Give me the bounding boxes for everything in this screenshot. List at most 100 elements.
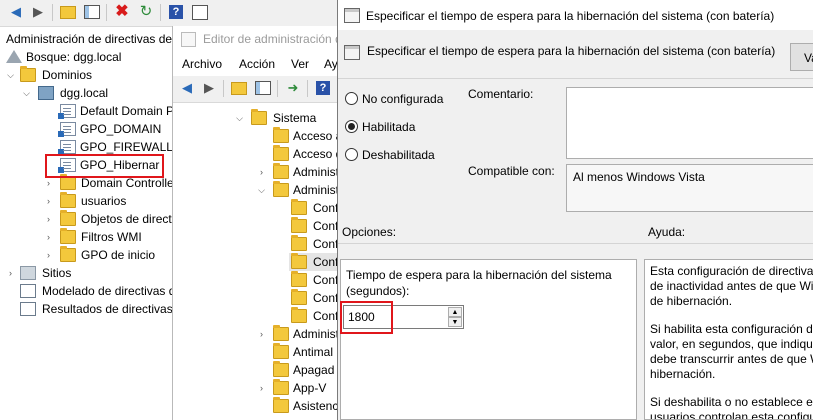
refresh-icon[interactable]: ↻ (138, 4, 154, 20)
folder-icon (273, 325, 289, 341)
folder-icon (273, 127, 289, 143)
folder-icon (273, 181, 289, 197)
expand-chevron-icon[interactable]: › (6, 264, 15, 282)
expand-chevron-icon[interactable]: › (44, 210, 53, 228)
editor-app-icon (181, 32, 196, 47)
folder-icon (291, 217, 307, 233)
gpo-link-icon (58, 122, 76, 137)
editor-title: Editor de administración d (203, 32, 342, 46)
expand-chevron-icon[interactable]: › (44, 246, 53, 264)
editor-window: Editor de administración d Archivo Acció… (172, 26, 342, 420)
help-paragraph: Esta configuración de directiva de inact… (650, 264, 813, 308)
forward-arrow-icon[interactable]: ▶ (201, 80, 217, 96)
folder-icon (273, 163, 289, 179)
back-arrow-icon[interactable]: ◀ (179, 80, 195, 96)
up-folder-icon[interactable] (231, 80, 247, 96)
folder-icon (273, 145, 289, 161)
folder-icon (273, 397, 289, 413)
editor-toolbar: ◀ ▶ ➜ ? (173, 76, 341, 103)
editor-tree: ⌵ Sistema Acceso a Acceso d › Administ ⌵ A… (235, 109, 341, 413)
menu-ver[interactable]: Ver (291, 57, 309, 71)
radio-circle-selected[interactable] (345, 120, 358, 133)
delete-icon[interactable]: ✖ (114, 4, 130, 20)
options-panel: Tiempo de espera para la hibernación del… (340, 259, 637, 420)
help-paragraph: Si habilita esta configuración d valor, … (650, 322, 813, 381)
gpo-link-icon (58, 104, 76, 119)
help-icon[interactable]: ? (168, 4, 184, 20)
editor-menu-bar: Archivo Acción Ver Ay (173, 54, 341, 76)
properties-icon[interactable] (192, 4, 208, 20)
export-list-icon[interactable]: ➜ (285, 80, 301, 96)
help-panel: Esta configuración de directiva de inact… (644, 259, 813, 420)
compat-label: Compatible con: (468, 164, 555, 178)
show-tree-icon[interactable] (84, 4, 100, 20)
comment-textarea[interactable] (566, 87, 813, 159)
radio-enabled[interactable]: Habilitada (345, 119, 455, 135)
header-button[interactable]: Va (790, 43, 813, 71)
spin-down-icon[interactable]: ▼ (448, 317, 462, 327)
folder-icon (60, 210, 76, 226)
folder-icon (60, 246, 76, 262)
dialog-header-title: Especificar el tiempo de espera para la … (367, 44, 776, 58)
dialog-title-bar: Especificar el tiempo de espera para la … (338, 0, 813, 30)
folder-icon (291, 235, 307, 251)
folder-icon (291, 289, 307, 305)
folder-icon (291, 271, 307, 287)
expand-chevron-icon[interactable]: › (257, 325, 266, 343)
back-arrow-icon[interactable]: ◀ (8, 4, 24, 20)
dialog-window-title: Especificar el tiempo de espera para la … (366, 9, 775, 23)
collapse-chevron-icon[interactable]: ⌵ (257, 181, 266, 199)
tree-root-label[interactable]: Administración de directivas de (6, 30, 172, 48)
spin-up-icon[interactable]: ▲ (448, 307, 462, 317)
compat-field: Al menos Windows Vista (566, 164, 813, 212)
gpmc-toolbar: ◀ ▶ ✖ ↻ ? (0, 0, 340, 27)
expand-chevron-icon[interactable]: › (257, 379, 266, 397)
folder-icon (251, 109, 267, 125)
highlight-gpo-hibernar (45, 154, 164, 178)
collapse-chevron-icon[interactable]: ⌵ (235, 109, 244, 127)
expand-chevron-icon[interactable]: › (44, 192, 53, 210)
policy-dialog: Especificar el tiempo de espera para la … (337, 0, 813, 420)
forward-arrow-icon[interactable]: ▶ (30, 4, 46, 20)
help-icon[interactable]: ? (315, 80, 331, 96)
folder-icon (291, 253, 307, 269)
tree-folder-item-selected[interactable]: Conf (289, 253, 341, 271)
folder-icon (273, 343, 289, 359)
folder-icon (291, 307, 307, 323)
radio-disabled[interactable]: Deshabilitada (345, 147, 455, 163)
options-divider (338, 243, 813, 244)
option-label-line2: (segundos): (346, 284, 410, 298)
collapse-chevron-icon[interactable]: ⌵ (22, 84, 31, 102)
gpmc-tree: Administración de directivas de Bosque: … (0, 27, 173, 420)
expand-chevron-icon[interactable]: › (257, 163, 266, 181)
folder-icon (273, 379, 289, 395)
sites-icon (20, 266, 36, 280)
folder-icon (60, 228, 76, 244)
show-tree-icon[interactable] (255, 80, 271, 96)
folder-icon (291, 199, 307, 215)
editor-title-bar: Editor de administración d (173, 26, 342, 54)
expand-chevron-icon[interactable]: › (44, 228, 53, 246)
policy-window-icon (344, 8, 360, 23)
options-label: Opciones: (342, 225, 397, 239)
folder-icon (273, 361, 289, 377)
comment-label: Comentario: (468, 87, 534, 101)
menu-accion[interactable]: Acción (239, 57, 275, 71)
up-folder-icon[interactable] (60, 4, 76, 20)
policy-setting-icon (344, 45, 360, 60)
tree-domain[interactable]: ⌵ dgg.local (22, 84, 162, 102)
domain-icon (38, 86, 54, 100)
menu-archivo[interactable]: Archivo (182, 57, 222, 71)
highlight-timeout-value (340, 301, 393, 334)
header-divider (338, 78, 813, 79)
folder-icon (60, 192, 76, 208)
menu-ayuda[interactable]: Ay (324, 57, 338, 71)
option-label-line1: Tiempo de espera para la hibernación del… (346, 268, 612, 282)
radio-not-configured[interactable]: No configurada (345, 91, 455, 107)
gpo-link-icon (58, 140, 76, 155)
collapse-chevron-icon[interactable]: ⌵ (6, 66, 15, 84)
tree-domains[interactable]: ⌵ Dominios (6, 66, 166, 84)
folder-icon (20, 66, 36, 82)
radio-circle[interactable] (345, 148, 358, 161)
radio-circle[interactable] (345, 92, 358, 105)
